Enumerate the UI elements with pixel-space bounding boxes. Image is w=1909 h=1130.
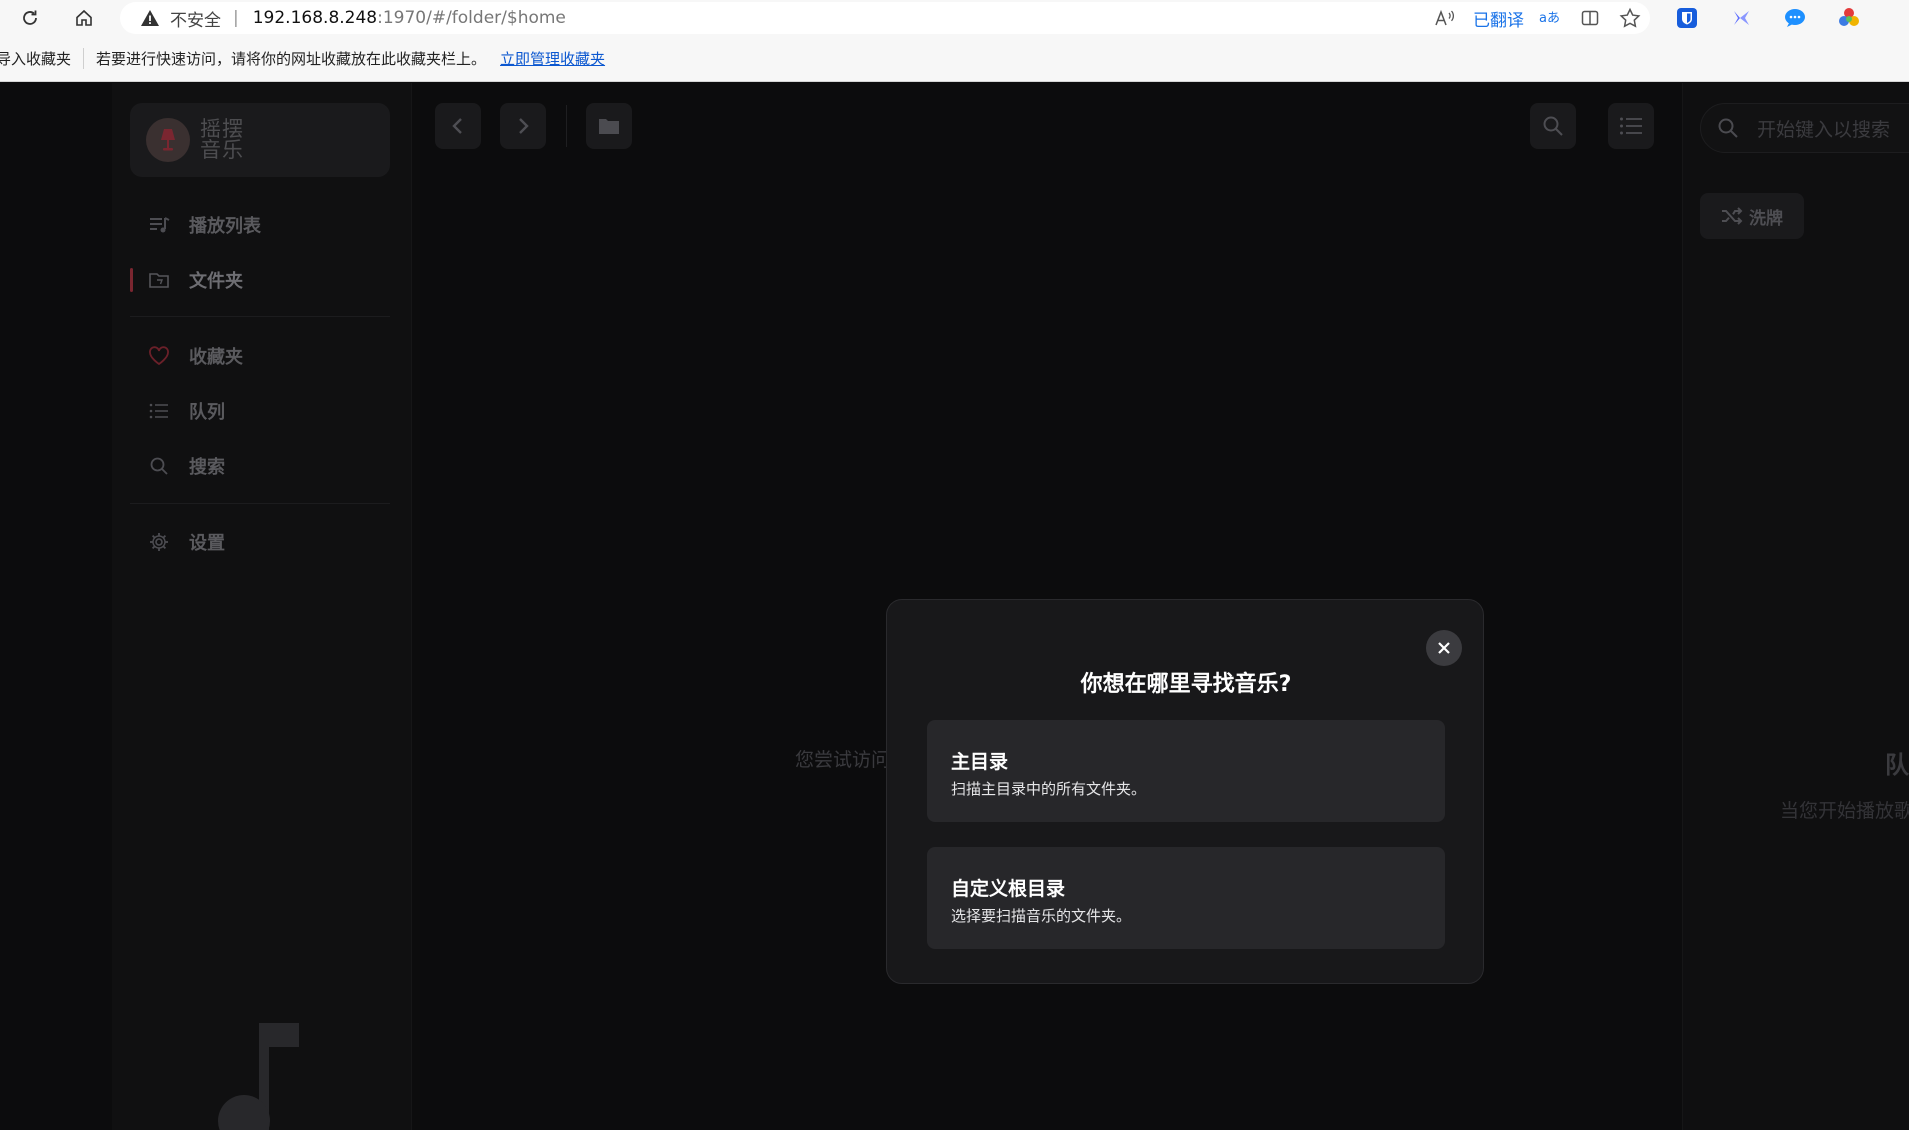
favorite-button[interactable] bbox=[1610, 2, 1650, 34]
bitwarden-icon bbox=[1677, 8, 1697, 28]
option-title: 自定义根目录 bbox=[951, 878, 1066, 900]
music-note-icon bbox=[218, 1023, 299, 1130]
list-view-button[interactable] bbox=[1608, 103, 1654, 149]
queue-empty-title: 队 bbox=[1885, 751, 1909, 779]
url-path: :1970/#/folder/$home bbox=[377, 8, 566, 28]
search-input[interactable]: 开始键入以搜索 bbox=[1700, 103, 1909, 153]
sidebar-item-label: 设置 bbox=[189, 533, 225, 554]
read-aloud-button[interactable] bbox=[1425, 2, 1465, 34]
sidebar-item-playlists[interactable]: 播放列表 bbox=[130, 203, 390, 247]
right-panel bbox=[1682, 83, 1909, 1130]
bookmarks-bar: 导入收藏夹 若要进行快速访问，请将你的网址收藏放在此收藏夹栏上。 立即管理收藏夹 bbox=[0, 36, 1909, 82]
url-host: 192.168.8.248 bbox=[252, 8, 378, 28]
home-directory-option[interactable]: 主目录 扫描主目录中的所有文件夹。 bbox=[927, 720, 1445, 822]
empty-folder-message: 您尝试访问 bbox=[795, 749, 891, 771]
sidebar-divider bbox=[130, 503, 390, 504]
folder-icon bbox=[599, 119, 619, 134]
heart-icon bbox=[145, 342, 173, 370]
security-label: 不安全 bbox=[170, 10, 221, 31]
chat-extension-button[interactable] bbox=[1768, 0, 1822, 36]
manage-favorites-link[interactable]: 立即管理收藏夹 bbox=[500, 48, 605, 69]
lamp-logo-icon bbox=[146, 118, 190, 162]
option-description: 扫描主目录中的所有文件夹。 bbox=[951, 780, 1147, 798]
back-button[interactable] bbox=[435, 103, 481, 149]
favorite-star-icon bbox=[1619, 7, 1641, 28]
queue-empty-hint: 当您开始播放歌 bbox=[1780, 800, 1909, 822]
sidebar-item-queue[interactable]: 队列 bbox=[130, 389, 390, 433]
extensions-area bbox=[1660, 0, 1876, 36]
sidebar-item-label: 收藏夹 bbox=[189, 347, 243, 368]
warning-icon bbox=[141, 10, 159, 26]
app-name-line2: 音乐 bbox=[200, 138, 244, 162]
gear-icon bbox=[145, 528, 173, 556]
folder-button[interactable] bbox=[586, 103, 632, 149]
address-bar-actions: 已翻译 aあ bbox=[1425, 2, 1650, 34]
app-name-line1: 摇摆 bbox=[200, 117, 244, 141]
svg-text:aあ: aあ bbox=[1539, 11, 1560, 26]
custom-root-option[interactable]: 自定义根目录 选择要扫描音乐的文件夹。 bbox=[927, 847, 1445, 949]
search-placeholder: 开始键入以搜索 bbox=[1757, 118, 1891, 141]
search-icon bbox=[1718, 118, 1738, 138]
app-logo[interactable]: 摇摆 音乐 bbox=[130, 103, 390, 177]
sidebar-item-label: 队列 bbox=[189, 402, 225, 423]
split-screen-button[interactable] bbox=[1570, 2, 1610, 34]
sidebar-item-folders[interactable]: 文件夹 bbox=[130, 258, 390, 302]
shuffle-icon bbox=[1722, 207, 1743, 225]
extension-button[interactable] bbox=[1714, 0, 1768, 36]
sidebar-item-search[interactable]: 搜索 bbox=[130, 444, 390, 488]
chevron-left-icon bbox=[452, 118, 462, 134]
browser-toolbar: 不安全 | 192.168.8.248:1970/#/folder/$home … bbox=[0, 0, 1909, 36]
folder-icon bbox=[145, 266, 173, 294]
active-indicator bbox=[130, 268, 133, 292]
colorful-extension-button[interactable] bbox=[1822, 0, 1876, 36]
option-title: 主目录 bbox=[951, 751, 1009, 773]
colorful-extension-icon bbox=[1839, 8, 1859, 26]
playlist-icon bbox=[145, 211, 173, 239]
search-button[interactable] bbox=[1530, 103, 1576, 149]
reload-button[interactable] bbox=[12, 0, 48, 36]
address-bar[interactable]: 不安全 | 192.168.8.248:1970/#/folder/$home … bbox=[120, 2, 1650, 34]
music-location-dialog: 你想在哪里寻找音乐? 主目录 扫描主目录中的所有文件夹。 自定义根目录 选择要扫… bbox=[886, 599, 1484, 984]
extension-icon bbox=[1734, 11, 1749, 25]
search-icon bbox=[145, 452, 173, 480]
close-icon bbox=[1438, 642, 1450, 654]
reload-icon bbox=[23, 10, 37, 25]
app-name: 摇摆 音乐 bbox=[200, 119, 244, 161]
sidebar-item-label: 文件夹 bbox=[189, 271, 243, 292]
bitwarden-button[interactable] bbox=[1660, 0, 1714, 36]
sidebar-item-label: 播放列表 bbox=[189, 216, 261, 237]
chevron-right-icon bbox=[519, 118, 529, 134]
sidebar-item-favorites[interactable]: 收藏夹 bbox=[130, 334, 390, 378]
sidebar-item-settings[interactable]: 设置 bbox=[130, 520, 390, 564]
chat-icon bbox=[1785, 9, 1805, 27]
import-favorites-button[interactable]: 导入收藏夹 bbox=[0, 48, 85, 69]
sidebar-item-label: 搜索 bbox=[189, 457, 225, 478]
toolbar-divider bbox=[566, 105, 567, 147]
list-icon bbox=[1620, 117, 1642, 135]
shuffle-button[interactable]: 洗牌 bbox=[1700, 193, 1804, 239]
translate-button[interactable]: aあ bbox=[1530, 2, 1570, 34]
music-app: 摇摆 音乐 播放列表 文件夹 收藏夹 队列 搜索 设置 您尝试访问 开始键入以搜… bbox=[0, 83, 1909, 1130]
home-button[interactable] bbox=[66, 0, 102, 36]
read-aloud-icon bbox=[1435, 9, 1455, 26]
split-screen-icon bbox=[1581, 10, 1599, 26]
list-icon bbox=[145, 397, 173, 425]
close-button[interactable] bbox=[1426, 630, 1462, 666]
address-separator: | bbox=[233, 8, 239, 28]
option-description: 选择要扫描音乐的文件夹。 bbox=[951, 907, 1132, 925]
translated-label[interactable]: 已翻译 bbox=[1473, 6, 1524, 31]
home-icon bbox=[76, 9, 92, 26]
bookmarks-hint: 若要进行快速访问，请将你的网址收藏放在此收藏夹栏上。 bbox=[96, 50, 487, 68]
sidebar-divider bbox=[130, 316, 390, 317]
shuffle-label: 洗牌 bbox=[1749, 208, 1783, 229]
forward-button[interactable] bbox=[500, 103, 546, 149]
search-icon bbox=[1543, 116, 1563, 136]
translate-icon: aあ bbox=[1539, 11, 1560, 26]
dialog-title: 你想在哪里寻找音乐? bbox=[1080, 672, 1292, 697]
